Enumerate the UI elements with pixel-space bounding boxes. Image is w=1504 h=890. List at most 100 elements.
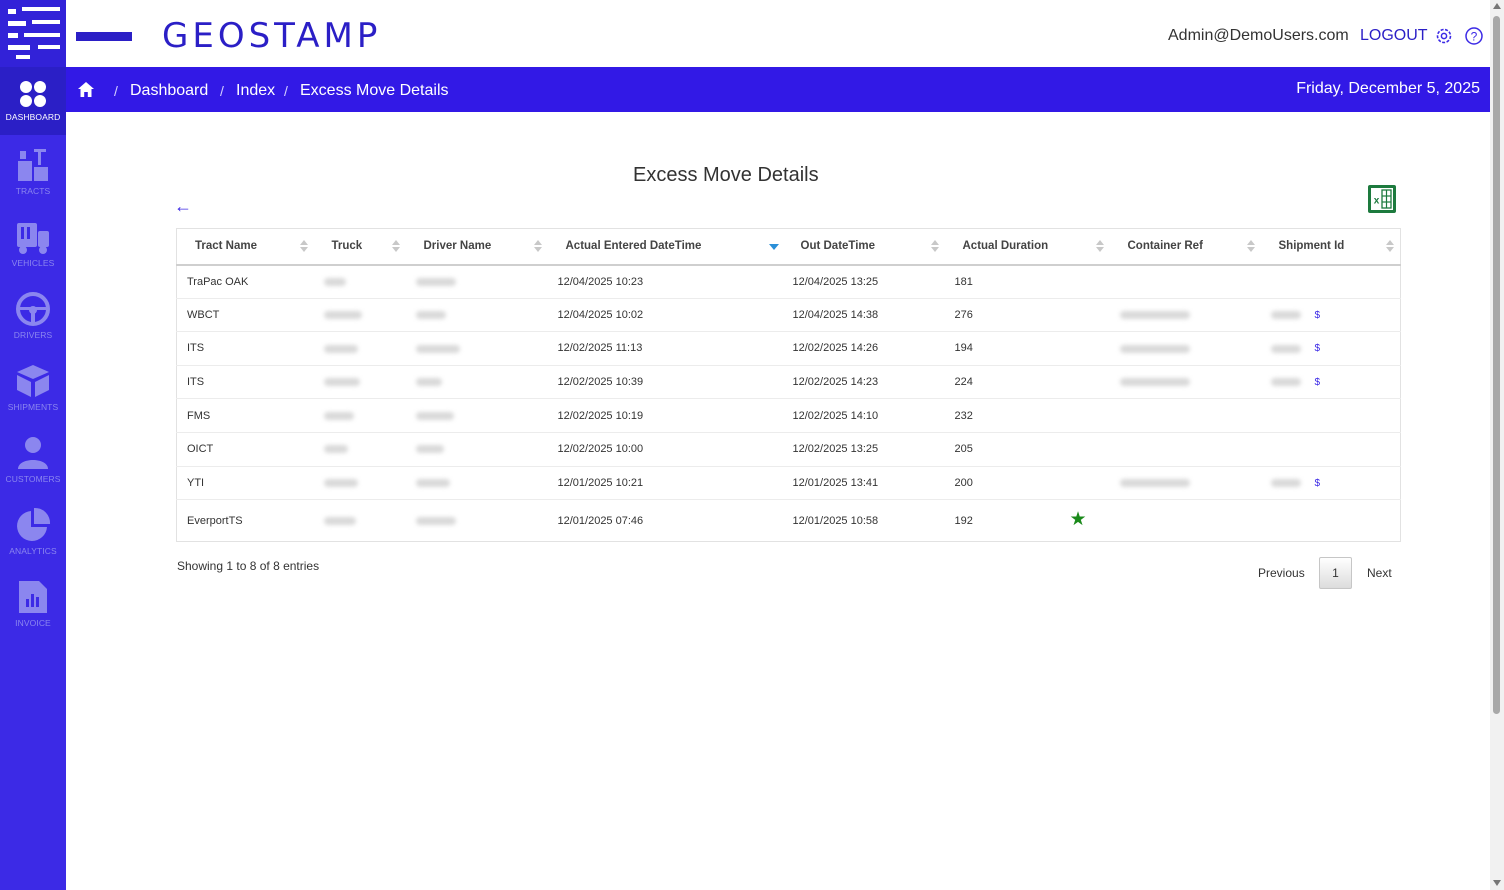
sidebar-item-vehicles[interactable]: VEHICLES <box>0 211 66 279</box>
previous-page-button[interactable]: Previous <box>1258 566 1305 580</box>
cell-tract-name: OICT <box>176 431 314 467</box>
cell-entered-datetime: 12/01/2025 07:46 <box>547 499 783 542</box>
redacted-value <box>415 310 446 319</box>
help-icon[interactable]: ? <box>1464 26 1484 46</box>
column-header-actual-duration[interactable]: Actual Duration <box>944 228 1110 266</box>
entered-datetime: 12/01/2025 07:46 <box>557 514 644 527</box>
redacted-value <box>415 478 450 487</box>
sidebar-item-analytics[interactable]: ANALYTICS <box>0 499 66 567</box>
page-number-button[interactable]: 1 <box>1319 557 1352 589</box>
column-label: Container Ref <box>1127 240 1203 253</box>
entered-datetime: 12/01/2025 10:21 <box>557 476 644 489</box>
logout-link[interactable]: LOGOUT <box>1360 27 1428 45</box>
cell-actual-duration: 181 <box>944 264 1110 299</box>
column-label: Truck <box>331 240 363 253</box>
page-scrollbar[interactable] <box>1490 0 1504 890</box>
scroll-up-arrow-icon[interactable] <box>1493 3 1501 9</box>
cell-tract-name: FMS <box>176 398 314 433</box>
sidebar-item-drivers[interactable]: DRIVERS <box>0 283 66 351</box>
column-header-out-datetime[interactable]: Out DateTime <box>782 228 945 266</box>
home-icon[interactable] <box>78 82 94 97</box>
invoice-icon <box>19 581 47 613</box>
sidebar-item-tracts[interactable]: TRACTS <box>0 139 66 207</box>
cell-out-datetime: 12/02/2025 14:23 <box>782 364 945 399</box>
cell-container-ref <box>1109 465 1261 500</box>
column-header-driver-name[interactable]: Driver Name <box>405 228 548 266</box>
shipment-link-icon[interactable]: $ <box>1315 478 1321 489</box>
redacted-value <box>415 411 454 420</box>
shipment-link-icon[interactable]: $ <box>1315 343 1321 354</box>
excel-export-icon[interactable]: x <box>1367 184 1397 214</box>
cell-truck <box>313 331 406 366</box>
column-header-actual-entered-datetime[interactable]: Actual Entered DateTime <box>547 228 783 266</box>
cell-out-datetime: 12/04/2025 14:38 <box>782 297 945 332</box>
column-label: Actual Entered DateTime <box>565 240 702 253</box>
table-row: EverportTS 12/01/2025 07:46 12/01/2025 10:… <box>176 499 1401 542</box>
redacted-value <box>415 445 444 454</box>
sidebar-toggle-bar[interactable] <box>76 32 132 41</box>
vehicles-icon <box>17 223 49 254</box>
sidebar-item-dashboard[interactable]: DASHBOARD <box>0 67 66 135</box>
redacted-value <box>323 378 360 387</box>
entered-datetime: 12/02/2025 10:39 <box>557 376 644 389</box>
table-row: TraPac OAK 12/04/2025 10:23 12/04/2025 13:… <box>176 264 1401 299</box>
redacted-value <box>1270 378 1301 387</box>
column-label: Out DateTime <box>800 240 876 253</box>
tract-name: TraPac OAK <box>187 275 249 288</box>
cell-container-ref <box>1109 364 1261 399</box>
cell-driver-name <box>405 431 548 467</box>
sidebar-item-shipments[interactable]: SHIPMENTS <box>0 355 66 423</box>
next-page-button[interactable]: Next <box>1367 566 1392 580</box>
sidebar-label: DRIVERS <box>13 330 53 340</box>
column-header-container-ref[interactable]: Container Ref <box>1109 228 1261 266</box>
cell-entered-datetime: 12/02/2025 10:39 <box>547 364 783 399</box>
redacted-value <box>323 478 358 487</box>
table-header-row: Tract Name Truck Driver Name Actual Ente… <box>176 228 1401 266</box>
cell-container-ref <box>1109 331 1261 366</box>
gear-icon[interactable] <box>1434 26 1454 46</box>
package-icon <box>17 365 49 397</box>
table-row: YTI 12/01/2025 10:21 12/01/2025 13:41 200 $ <box>176 465 1401 500</box>
scroll-thumb[interactable] <box>1493 16 1500 714</box>
tract-name: WBCT <box>187 308 220 321</box>
redacted-value <box>323 310 362 319</box>
shipment-link-icon[interactable]: $ <box>1315 377 1321 388</box>
svg-text:?: ? <box>1471 30 1478 44</box>
column-header-tract-name[interactable]: Tract Name <box>176 228 314 266</box>
shipment-link-icon[interactable]: $ <box>1315 310 1321 321</box>
out-datetime: 12/01/2025 10:58 <box>792 514 879 527</box>
cell-driver-name <box>405 297 548 332</box>
cell-actual-duration: 194 <box>944 331 1110 366</box>
star-icon[interactable]: ★ <box>1070 508 1087 531</box>
sidebar-label: INVOICE <box>15 618 51 628</box>
menu-icon[interactable] <box>8 7 60 59</box>
redacted-value <box>1119 378 1190 387</box>
sidebar-item-customers[interactable]: CUSTOMERS <box>0 427 66 495</box>
column-label: Shipment Id <box>1278 240 1345 253</box>
current-date: Friday, December 5, 2025 <box>1296 80 1480 97</box>
cell-driver-name <box>405 331 548 366</box>
table-row: OICT 12/02/2025 10:00 12/02/2025 13:25 205 <box>176 431 1401 467</box>
menu-logo[interactable] <box>0 0 66 67</box>
column-header-truck[interactable]: Truck <box>313 228 406 266</box>
breadcrumb-dashboard[interactable]: Dashboard <box>130 82 208 100</box>
table-row: FMS 12/02/2025 10:19 12/02/2025 14:10 232 <box>176 398 1401 433</box>
cell-truck <box>313 499 406 542</box>
back-arrow-icon[interactable]: ← <box>174 196 192 217</box>
redacted-value <box>1270 344 1301 353</box>
sort-icon <box>1095 240 1104 254</box>
cell-truck <box>313 431 406 467</box>
entered-datetime: 12/02/2025 10:19 <box>557 409 644 422</box>
out-datetime: 12/02/2025 14:26 <box>792 342 879 355</box>
actual-duration: 192 <box>954 514 973 527</box>
sidebar-item-invoice[interactable]: INVOICE <box>0 571 66 639</box>
column-header-shipment-id[interactable]: Shipment Id <box>1260 228 1401 266</box>
out-datetime: 12/02/2025 14:10 <box>792 409 879 422</box>
sidebar: DASHBOARD TRACTS VEHICLES DRIVERS SHIPME… <box>0 0 66 890</box>
breadcrumb-index[interactable]: Index <box>236 82 275 100</box>
scroll-down-arrow-icon[interactable] <box>1493 880 1501 886</box>
breadcrumb-separator: / <box>114 83 118 99</box>
excess-move-table: Tract Name Truck Driver Name Actual Ente… <box>176 228 1401 543</box>
actual-duration: 181 <box>954 275 973 288</box>
sidebar-label: DASHBOARD <box>5 112 61 122</box>
